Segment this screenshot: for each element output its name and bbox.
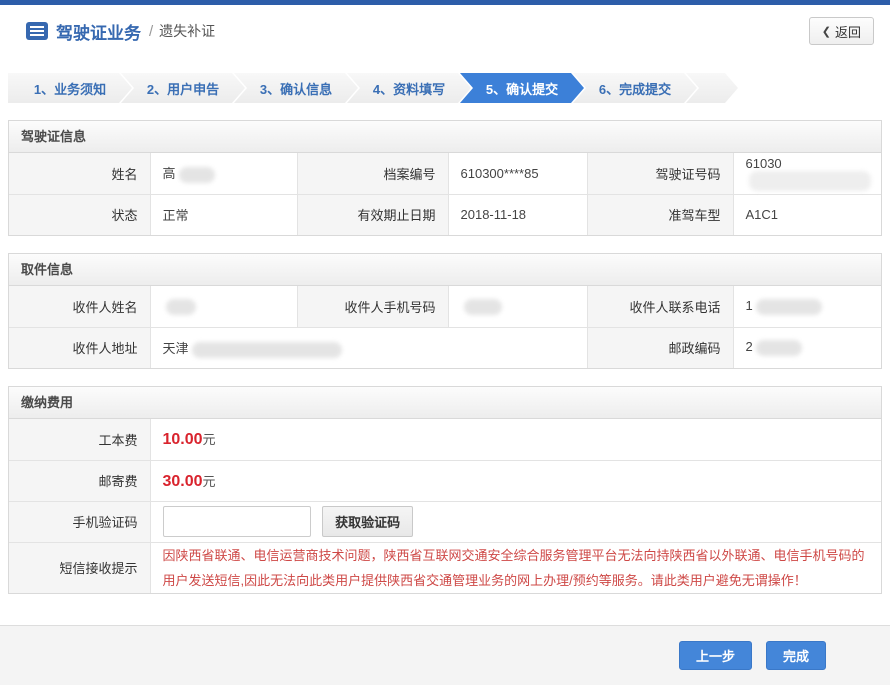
recipient-address-label: 收件人地址: [9, 327, 150, 368]
postcode-value: 2: [733, 327, 881, 368]
table-row: 姓名 高 档案编号 610300****85 驾驶证号码 61030: [9, 153, 881, 194]
step-tab-3[interactable]: 3、确认信息: [234, 73, 358, 103]
masked-name-blur: [179, 167, 215, 183]
recipient-name-value: [150, 286, 297, 327]
status-value: 正常: [150, 194, 297, 235]
recipient-address-value: 天津: [150, 327, 587, 368]
status-label: 状态: [9, 194, 150, 235]
table-row: 邮寄费 30.00元: [9, 460, 881, 501]
footer-action-bar: 上一步 完成: [0, 625, 890, 685]
breadcrumb-separator: /: [149, 23, 153, 40]
name-label: 姓名: [9, 153, 150, 194]
sms-notice-text: 因陕西省联通、电信运营商技术问题，陕西省互联网交通安全综合服务管理平台无法向持陕…: [163, 543, 870, 594]
masked-recipient-name-blur: [166, 299, 196, 315]
license-section-title: 驾驶证信息: [9, 121, 881, 153]
step-tab-1[interactable]: 1、业务须知: [8, 73, 132, 103]
recipient-phone-label: 收件人联系电话: [587, 286, 733, 327]
sms-notice-label: 短信接收提示: [9, 542, 150, 593]
step-tab-6[interactable]: 6、完成提交: [573, 73, 697, 103]
file-no-value: 610300****85: [448, 153, 587, 194]
sms-code-input[interactable]: [163, 506, 311, 537]
vehicle-class-value: A1C1: [733, 194, 881, 235]
back-chevron-icon: ❮: [822, 25, 831, 38]
back-button[interactable]: ❮ 返回: [809, 17, 874, 45]
fees-section-title: 缴纳费用: [9, 387, 881, 419]
pickup-section-title: 取件信息: [9, 254, 881, 286]
finish-button[interactable]: 完成: [766, 641, 826, 670]
table-row: 收件人姓名 收件人手机号码 收件人联系电话 1: [9, 286, 881, 327]
page-header: 驾驶证业务 / 遗失补证 ❮ 返回: [0, 5, 890, 57]
expiry-value: 2018-11-18: [448, 194, 587, 235]
expiry-label: 有效期止日期: [297, 194, 448, 235]
masked-recipient-mobile-blur: [464, 299, 502, 315]
recipient-name-label: 收件人姓名: [9, 286, 150, 327]
license-info-section: 驾驶证信息 姓名 高 档案编号 610300****85 驾驶证号码 61030…: [8, 120, 882, 236]
production-fee-label: 工本费: [9, 419, 150, 460]
postcode-label: 邮政编码: [587, 327, 733, 368]
masked-recipient-address-blur: [192, 342, 342, 358]
table-row: 短信接收提示 因陕西省联通、电信运营商技术问题，陕西省互联网交通安全综合服务管理…: [9, 542, 881, 593]
step-tab-5-active[interactable]: 5、确认提交: [460, 73, 584, 103]
sms-notice-cell: 因陕西省联通、电信运营商技术问题，陕西省互联网交通安全综合服务管理平台无法向持陕…: [150, 542, 881, 593]
previous-step-button[interactable]: 上一步: [679, 641, 752, 670]
recipient-mobile-label: 收件人手机号码: [297, 286, 448, 327]
table-row: 收件人地址 天津 邮政编码 2: [9, 327, 881, 368]
get-sms-code-button[interactable]: 获取验证码: [322, 506, 413, 537]
breadcrumb-current: 遗失补证: [159, 21, 215, 41]
page-title: 驾驶证业务: [56, 19, 141, 44]
name-value: 高: [150, 153, 297, 194]
production-fee-value: 10.00元: [150, 419, 881, 460]
table-row: 手机验证码 获取验证码: [9, 501, 881, 542]
table-row: 工本费 10.00元: [9, 419, 881, 460]
license-no-label: 驾驶证号码: [587, 153, 733, 194]
fees-section: 缴纳费用 工本费 10.00元 邮寄费 30.00元 手机验证码 获取验证码 短…: [8, 386, 882, 594]
pickup-info-section: 取件信息 收件人姓名 收件人手机号码 收件人联系电话 1 收件人地址 天津 邮政…: [8, 253, 882, 369]
file-no-label: 档案编号: [297, 153, 448, 194]
postage-fee-label: 邮寄费: [9, 460, 150, 501]
masked-license-no-blur: [749, 171, 871, 191]
table-row: 状态 正常 有效期止日期 2018-11-18 准驾车型 A1C1: [9, 194, 881, 235]
step-tab-4[interactable]: 4、资料填写: [347, 73, 471, 103]
step-progress-bar: 1、业务须知 2、用户申告 3、确认信息 4、资料填写 5、确认提交 6、完成提…: [8, 73, 738, 103]
vehicle-class-label: 准驾车型: [587, 194, 733, 235]
masked-recipient-phone-blur: [756, 299, 822, 315]
sms-code-label: 手机验证码: [9, 501, 150, 542]
masked-postcode-blur: [756, 340, 802, 356]
recipient-phone-value: 1: [733, 286, 881, 327]
sms-code-cell: 获取验证码: [150, 501, 881, 542]
back-button-label: 返回: [835, 22, 861, 41]
step-tab-2[interactable]: 2、用户申告: [121, 73, 245, 103]
license-no-value: 61030: [733, 153, 881, 194]
postage-fee-value: 30.00元: [150, 460, 881, 501]
recipient-mobile-value: [448, 286, 587, 327]
license-list-icon: [26, 22, 48, 40]
